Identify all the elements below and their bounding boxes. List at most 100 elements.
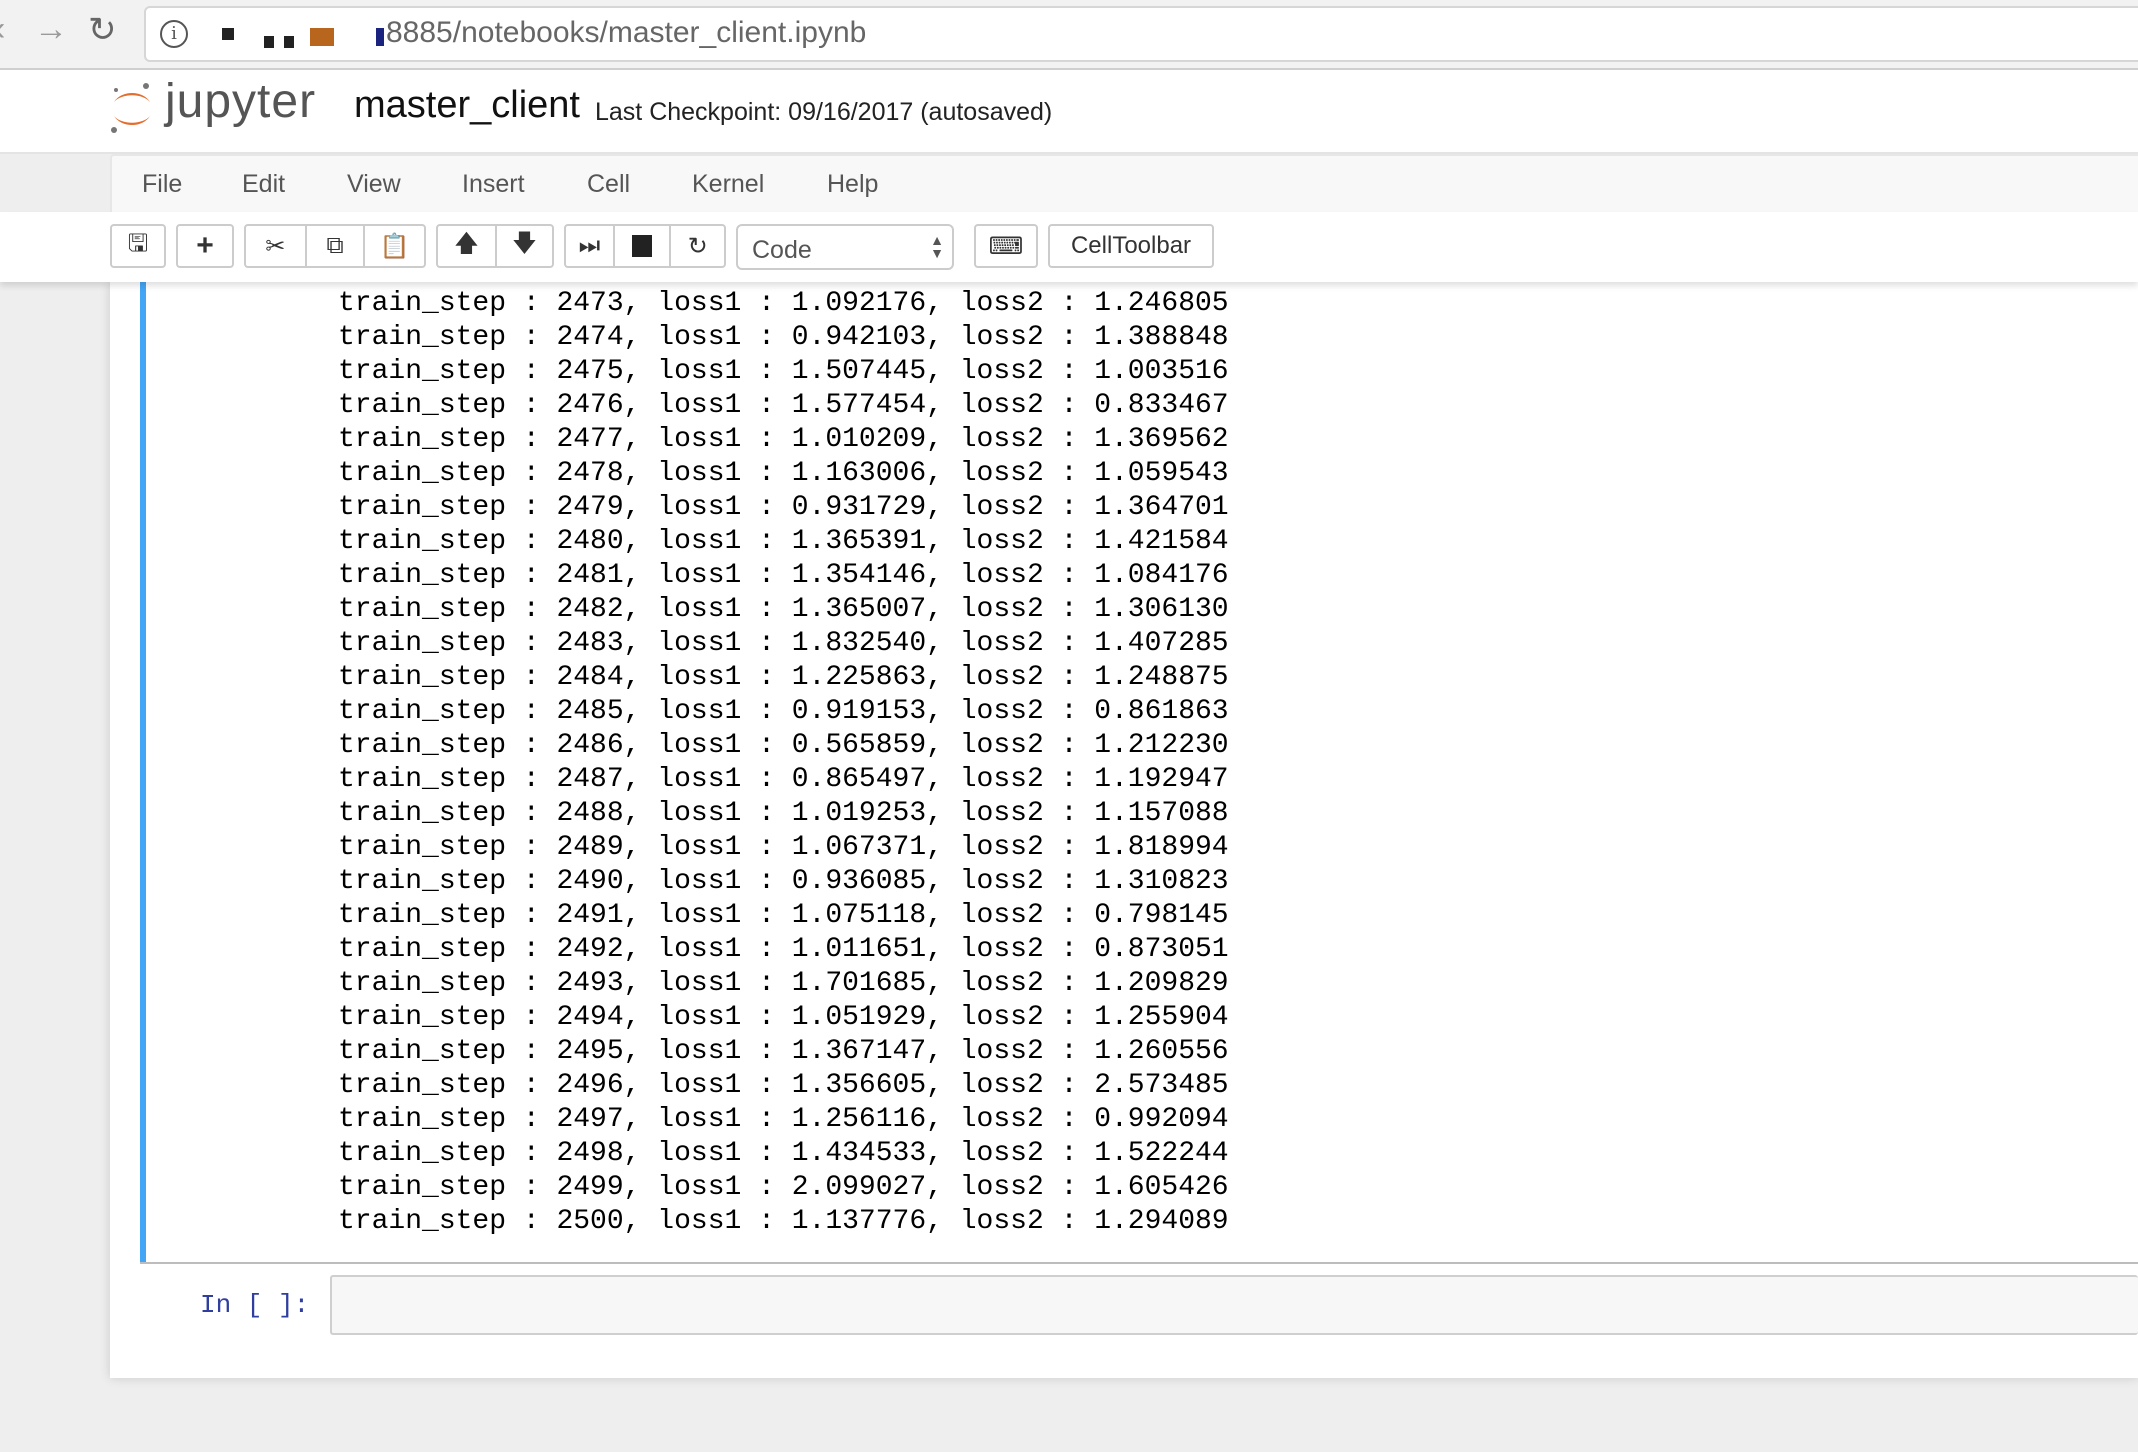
label: loss1 (657, 934, 742, 965)
step: 2473 (556, 288, 624, 319)
label: loss1 (657, 594, 742, 625)
loss1-value: 1.137776 (791, 1206, 927, 1237)
loss1-value: 1.577454 (791, 390, 927, 421)
step: 2498 (556, 1138, 624, 1169)
label: loss1 (657, 798, 742, 829)
scissors-icon: ✂ (265, 232, 286, 260)
celltoolbar-button[interactable]: CellToolbar (1048, 224, 1214, 268)
interrupt-button[interactable] (615, 226, 672, 266)
label: loss2 (959, 1036, 1044, 1067)
loss2-value: 0.833467 (1094, 390, 1229, 421)
arrow-up-icon: 🡅 (454, 229, 479, 257)
redacted-host (376, 28, 384, 46)
move-down-button[interactable]: 🡇 (497, 226, 552, 266)
label: train_step (338, 798, 507, 829)
label: loss1 (657, 322, 742, 353)
output-line: train_step : 2500, loss1 : 1.137776, los… (338, 1206, 1229, 1237)
cell-type-select[interactable]: Code ▲ ▼ (736, 224, 954, 270)
loss2-value: 1.003516 (1094, 356, 1229, 387)
save-icon: 🖫 (127, 229, 149, 257)
output-line: train_step : 2488, loss1 : 1.019253, los… (338, 798, 1229, 829)
forward-icon[interactable]: → (34, 10, 68, 49)
label: loss2 (959, 1138, 1044, 1169)
output-line: train_step : 2484, loss1 : 1.225863, los… (338, 662, 1229, 693)
loss1-value: 1.067371 (791, 832, 927, 863)
label: train_step (338, 934, 507, 965)
loss1-value: 0.931729 (791, 492, 927, 523)
menu-insert[interactable]: Insert (462, 170, 525, 199)
label: train_step (338, 1002, 507, 1033)
loss2-value: 0.873051 (1094, 934, 1229, 965)
loss2-value: 1.388848 (1094, 322, 1229, 353)
loss1-value: 1.365391 (791, 526, 927, 557)
menu-help[interactable]: Help (827, 170, 878, 199)
menu-kernel[interactable]: Kernel (692, 170, 764, 199)
jupyter-logo-text: jupyter (165, 75, 317, 128)
label: loss1 (657, 288, 742, 319)
label: loss1 (657, 696, 742, 727)
back-icon[interactable]: ‹ (0, 10, 5, 49)
selected-cell-indicator (140, 282, 146, 1262)
save-button[interactable]: 🖫 (110, 224, 166, 268)
label: loss2 (959, 492, 1044, 523)
label: loss1 (657, 492, 742, 523)
loss2-value: 1.605426 (1094, 1172, 1229, 1203)
step: 2479 (556, 492, 624, 523)
label: train_step (338, 1104, 507, 1135)
reload-icon[interactable]: ↻ (88, 10, 117, 50)
loss1-value: 1.354146 (791, 560, 927, 591)
output-line: train_step : 2482, loss1 : 1.365007, los… (338, 594, 1229, 625)
step: 2481 (556, 560, 624, 591)
output-line: train_step : 2496, loss1 : 1.356605, los… (338, 1070, 1229, 1101)
loss2-value: 0.992094 (1094, 1104, 1229, 1135)
menu-bar: File Edit View Insert Cell Kernel Help (110, 154, 2138, 216)
address-bar[interactable]: i 8885/notebooks/master_client.ipynb (144, 6, 2138, 62)
label: loss1 (657, 424, 742, 455)
loss2-value: 1.157088 (1094, 798, 1229, 829)
jupyter-logo-icon[interactable] (108, 80, 156, 136)
output-line: train_step : 2498, loss1 : 1.434533, los… (338, 1138, 1229, 1169)
loss2-value: 1.818994 (1094, 832, 1229, 863)
step: 2491 (556, 900, 624, 931)
menu-cell[interactable]: Cell (587, 170, 630, 199)
move-up-button[interactable]: 🡅 (438, 226, 497, 266)
insert-cell-button[interactable]: + (176, 224, 234, 268)
step: 2500 (556, 1206, 624, 1237)
redacted-host (222, 28, 234, 40)
command-palette-button[interactable]: ⌨ (974, 224, 1038, 268)
menu-edit[interactable]: Edit (242, 170, 285, 199)
label: loss2 (959, 560, 1044, 591)
menu-file[interactable]: File (142, 170, 182, 199)
label: loss1 (657, 628, 742, 659)
output-line: train_step : 2481, loss1 : 1.354146, los… (338, 560, 1229, 591)
label: train_step (338, 356, 507, 387)
cell-divider (140, 1262, 2138, 1264)
output-line: train_step : 2497, loss1 : 1.256116, los… (338, 1104, 1229, 1135)
loss2-value: 1.212230 (1094, 730, 1229, 761)
loss1-value: 1.163006 (791, 458, 927, 489)
copy-button[interactable]: ⧉ (307, 226, 366, 266)
run-button[interactable]: ⏭ (566, 226, 615, 266)
notebook-name[interactable]: master_client (354, 84, 580, 127)
plus-icon: + (196, 229, 214, 262)
label: loss1 (657, 764, 742, 795)
label: loss2 (959, 594, 1044, 625)
info-icon[interactable]: i (160, 20, 188, 48)
code-input[interactable] (330, 1275, 2138, 1335)
loss1-value: 1.019253 (791, 798, 927, 829)
loss1-value: 0.565859 (791, 730, 927, 761)
label: loss2 (959, 288, 1044, 319)
step: 2480 (556, 526, 624, 557)
label: loss1 (657, 1104, 742, 1135)
cut-button[interactable]: ✂ (246, 226, 307, 266)
redacted-host (284, 36, 294, 48)
restart-button[interactable]: ↻ (671, 226, 724, 266)
loss1-value: 1.092176 (791, 288, 927, 319)
paste-button[interactable]: 📋 (365, 226, 424, 266)
label: loss1 (657, 356, 742, 387)
move-button-group: 🡅 🡇 (436, 224, 554, 268)
step: 2482 (556, 594, 624, 625)
label: train_step (338, 1070, 507, 1101)
menu-view[interactable]: View (347, 170, 401, 199)
url-text[interactable]: 8885/notebooks/master_client.ipynb (386, 16, 866, 50)
